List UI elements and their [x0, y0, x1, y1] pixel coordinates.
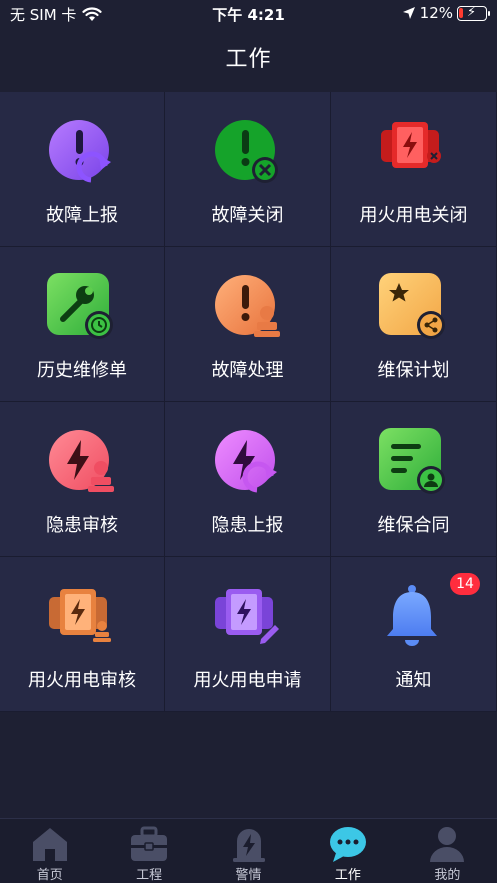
briefcase-icon	[131, 826, 168, 861]
grid-item-fault-handle[interactable]: 故障处理	[165, 247, 331, 402]
tab-label: 首页	[36, 868, 63, 883]
tab-label: 工程	[136, 868, 163, 883]
grid-item-label: 隐患审核	[46, 515, 118, 536]
tab-label: 警情	[235, 868, 262, 883]
grid-item-fault-report[interactable]: 故障上报	[0, 92, 165, 247]
status-bar: 无 SIM 卡 下午 4:21 12% ⚡	[0, 0, 497, 28]
grid-item-label: 维保计划	[377, 360, 450, 381]
home-icon	[32, 828, 67, 861]
grid-item-hazard-review[interactable]: 隐患审核	[0, 402, 165, 557]
battery-icon: ⚡	[457, 5, 490, 21]
fault-close-icon	[213, 118, 283, 188]
tab-label: 工作	[334, 868, 361, 883]
fire-electric-review-icon	[47, 583, 117, 653]
fault-handle-icon	[213, 273, 283, 343]
grid-item-fire-electric-review[interactable]: 用火用电审核	[0, 557, 165, 712]
grid-item-label: 用火用电关闭	[359, 205, 468, 226]
page-title: 工作	[225, 47, 272, 72]
chat-icon	[329, 827, 366, 862]
grid-item-fire-electric-close[interactable]: 用火用电关闭	[331, 92, 497, 247]
nav-bar: 工作	[0, 28, 497, 86]
status-right: 12% ⚡	[402, 4, 490, 22]
grid-item-label: 用火用电审核	[28, 670, 136, 691]
tab-bar: 首页 工程 警情 工作 我的	[0, 818, 497, 883]
grid-item-fault-close[interactable]: 故障关闭	[165, 92, 331, 247]
fire-electric-close-icon	[379, 118, 449, 188]
repair-history-icon	[47, 273, 117, 343]
hazard-report-icon	[213, 428, 283, 498]
grid-item-label: 历史维修单	[37, 360, 127, 381]
alarm-icon	[232, 829, 265, 862]
grid-item-label: 维保合同	[377, 515, 450, 536]
grid-item-maintenance-contract[interactable]: 维保合同	[331, 402, 497, 557]
user-icon	[430, 827, 465, 862]
battery-percent: 12%	[419, 4, 453, 22]
fault-report-icon	[47, 118, 117, 188]
fire-electric-apply-icon	[213, 583, 283, 653]
grid-item-notice[interactable]: 14 通知	[331, 557, 497, 712]
tab-project[interactable]: 工程	[99, 819, 198, 883]
maintenance-contract-icon	[378, 428, 449, 498]
grid-item-fire-electric-apply[interactable]: 用火用电申请	[165, 557, 331, 712]
grid-item-label: 故障上报	[46, 205, 118, 226]
bell-icon	[379, 583, 449, 653]
hazard-review-icon	[47, 428, 117, 498]
grid-item-label: 通知	[395, 670, 432, 691]
location-arrow-icon	[402, 7, 415, 19]
grid-item-maintenance-plan[interactable]: 维保计划	[331, 247, 497, 402]
grid-item-label: 故障关闭	[211, 205, 284, 226]
tab-work[interactable]: 工作	[298, 819, 397, 883]
grid-item-repair-history[interactable]: 历史维修单	[0, 247, 165, 402]
tab-mine[interactable]: 我的	[398, 819, 497, 883]
grid-item-label: 用火用电申请	[193, 670, 302, 691]
grid-item-label: 故障处理	[211, 360, 284, 381]
work-grid: 故障上报 故障关闭 用火用电关闭 历史维修单 故障处理 维保计划 隐患审核 隐患…	[0, 92, 497, 712]
notification-badge: 14	[450, 573, 480, 595]
tab-label: 我的	[434, 868, 461, 883]
grid-item-label: 隐患上报	[211, 515, 284, 536]
maintenance-plan-icon	[378, 273, 449, 343]
tab-home[interactable]: 首页	[0, 819, 99, 883]
grid-item-hazard-report[interactable]: 隐患上报	[165, 402, 331, 557]
tab-alarm[interactable]: 警情	[199, 819, 298, 883]
